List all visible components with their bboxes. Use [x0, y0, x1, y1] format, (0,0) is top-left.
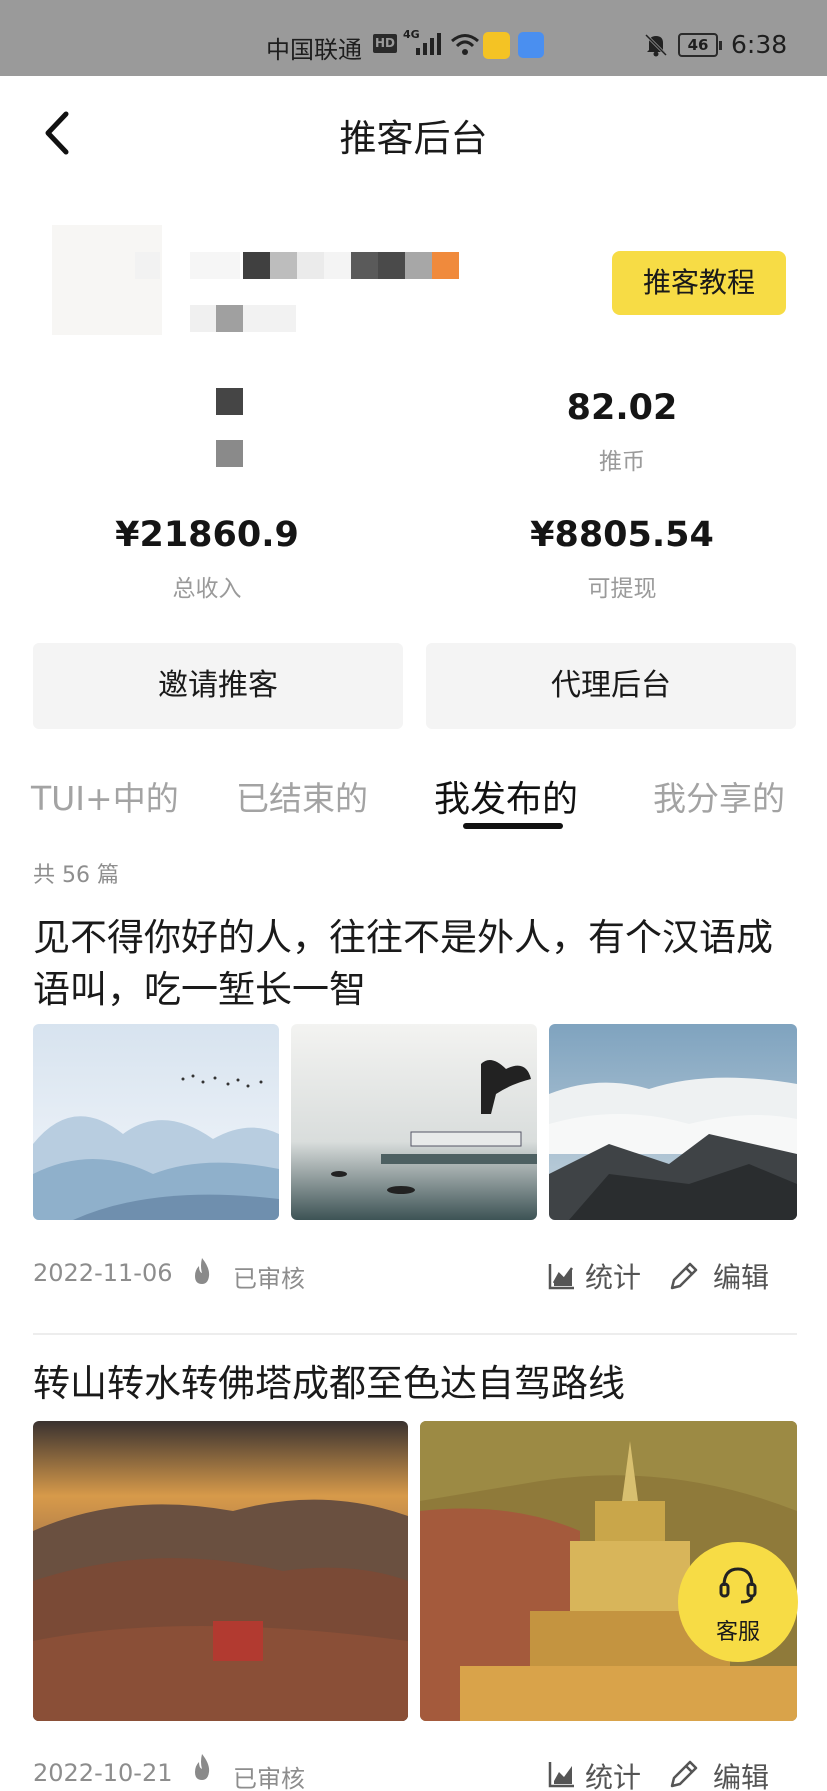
headset-icon [719, 1567, 757, 1604]
battery-icon: 46 [678, 33, 722, 57]
edit-button[interactable]: 编辑 [713, 1256, 769, 1296]
clock-time: 6:38 [731, 30, 788, 59]
tab-published[interactable]: 我发布的 [434, 770, 578, 822]
flame-icon [195, 1754, 210, 1780]
publish-date: 2022-11-06 [33, 1259, 173, 1287]
publish-date: 2022-10-21 [33, 1759, 173, 1787]
tab-shared[interactable]: 我分享的 [653, 772, 785, 820]
total-income-label: 总收入 [172, 576, 242, 602]
customer-service-label: 客服 [715, 1620, 760, 1645]
article-thumbnail[interactable] [33, 1024, 279, 1220]
tutorial-button[interactable]: 推客教程 [612, 251, 786, 315]
customer-service-button[interactable]: 客服 [678, 1542, 798, 1662]
carrier-name: 中国联通 [266, 36, 362, 64]
total-income-stat: ¥21860.9 总收入 [57, 515, 357, 603]
bar-chart-icon[interactable] [548, 1262, 576, 1290]
cloud-sea-temple-image [549, 1024, 797, 1220]
withdrawable-value: ¥8805.54 [530, 515, 714, 555]
pencil-icon[interactable] [668, 1758, 700, 1790]
page-title: 推客后台 [339, 117, 488, 160]
larung-gar-valley-image [33, 1421, 408, 1721]
lake-pavilion-image [291, 1024, 537, 1220]
article-thumbnail[interactable] [549, 1024, 797, 1220]
article-title[interactable]: 转山转水转佛塔成都至色达自驾路线 [33, 1358, 793, 1410]
article-count: 共 56 篇 [33, 863, 119, 888]
weibo-app-icon [483, 32, 510, 59]
tab-tui-plus[interactable]: TUI+中的 [31, 772, 179, 820]
app-notification-icon [518, 32, 544, 58]
pencil-icon[interactable] [668, 1260, 700, 1292]
article-thumbnail[interactable] [291, 1024, 537, 1220]
status-bar: 中国联通 HD 4G 46 6:38 [0, 0, 827, 76]
withdrawable-label: 可提现 [587, 576, 657, 602]
agent-backend-button[interactable]: 代理后台 [426, 643, 796, 729]
withdrawable-stat[interactable]: ¥8805.54 可提现 [472, 515, 772, 603]
tuibi-label: 推币 [599, 449, 645, 475]
signal-icon [416, 33, 441, 55]
flame-icon [195, 1258, 210, 1284]
avatar [52, 225, 162, 335]
review-status: 已审核 [233, 1265, 305, 1293]
article-thumbnail[interactable] [33, 1421, 408, 1721]
stats-button[interactable]: 统计 [585, 1256, 641, 1296]
wifi-icon [451, 34, 479, 55]
stats-button[interactable]: 统计 [585, 1756, 641, 1791]
hd-badge: HD [373, 34, 397, 53]
edit-button[interactable]: 编辑 [713, 1756, 769, 1791]
invite-promoter-button[interactable]: 邀请推客 [33, 643, 403, 729]
review-status: 已审核 [233, 1765, 305, 1791]
list-divider [33, 1333, 797, 1335]
tuibi-stat: 82.02 推币 [472, 388, 772, 476]
tab-ended[interactable]: 已结束的 [236, 772, 368, 820]
bell-muted-icon [644, 33, 668, 57]
total-income-value: ¥21860.9 [115, 515, 299, 555]
active-tab-indicator [463, 823, 563, 829]
bar-chart-icon[interactable] [548, 1760, 576, 1788]
misty-mountains-image [33, 1024, 279, 1220]
tuibi-value: 82.02 [566, 388, 678, 428]
article-title[interactable]: 见不得你好的人，往往不是外人，有个汉语成语叫，吃一堑长一智 [33, 912, 793, 1016]
